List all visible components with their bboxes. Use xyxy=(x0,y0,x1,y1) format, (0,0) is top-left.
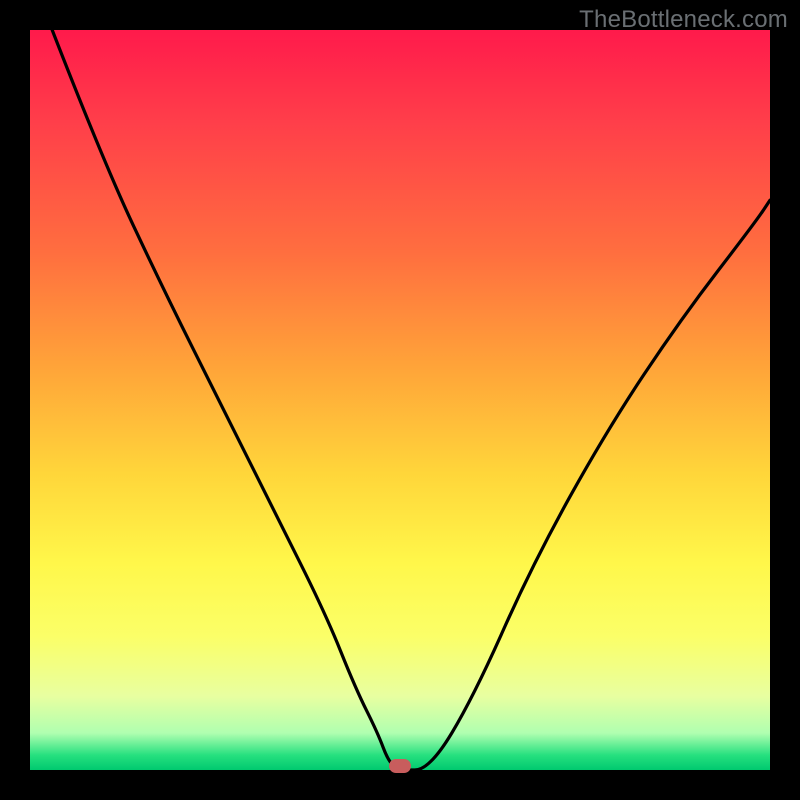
optimum-marker xyxy=(389,759,411,773)
plot-area xyxy=(30,30,770,770)
watermark-text: TheBottleneck.com xyxy=(579,6,788,34)
chart-frame: TheBottleneck.com xyxy=(0,0,800,800)
bottleneck-curve xyxy=(30,30,770,770)
